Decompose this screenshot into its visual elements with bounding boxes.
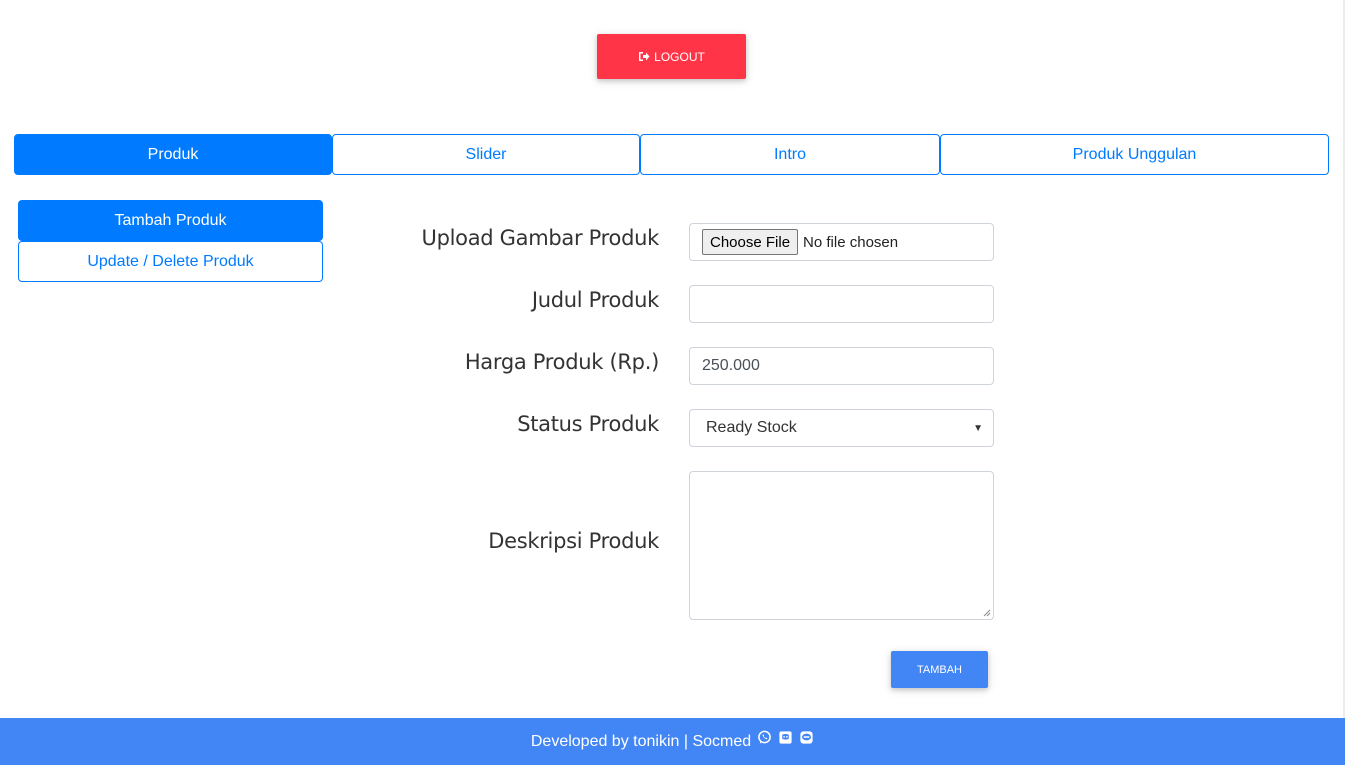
- description-label: Deskripsi Produk: [488, 529, 659, 553]
- sign-out-icon: [639, 52, 650, 61]
- footer-text: Developed by tonikin | Socmed: [530, 732, 752, 750]
- dropdown-arrow-icon: ▼: [973, 422, 983, 434]
- add-product-label: Tambah Produk: [114, 211, 227, 229]
- image-file-input[interactable]: Choose File No file chosen: [689, 223, 994, 261]
- description-textarea[interactable]: [689, 471, 994, 620]
- submit-label: TAMBAH: [916, 663, 963, 676]
- status-label: Status Produk: [517, 412, 659, 436]
- tab-label: Slider: [465, 145, 507, 163]
- price-value: 250.000: [702, 357, 760, 374]
- tab-slider[interactable]: Slider: [332, 134, 640, 175]
- submit-add-button[interactable]: TAMBAH: [891, 651, 988, 688]
- footer: Developed by tonikin | Socmed: [0, 718, 1345, 765]
- tab-produk[interactable]: Produk: [14, 134, 332, 175]
- title-label: Judul Produk: [531, 288, 659, 312]
- image-upload-label: Upload Gambar Produk: [421, 226, 660, 250]
- discord-icon[interactable]: [778, 730, 793, 745]
- price-input[interactable]: 250.000: [689, 347, 994, 385]
- logout-label: LOGOUT: [654, 49, 705, 64]
- tab-produk-unggulan[interactable]: Produk Unggulan: [940, 134, 1329, 175]
- file-status-text: No file chosen: [803, 233, 899, 251]
- choose-file-button[interactable]: Choose File: [702, 229, 799, 255]
- line-icon[interactable]: [799, 730, 814, 745]
- price-label: Harga Produk (Rp.): [464, 350, 659, 374]
- tab-label: Produk: [147, 145, 199, 163]
- tab-label: Intro: [773, 145, 806, 163]
- update-delete-product-button[interactable]: Update / Delete Produk: [18, 241, 323, 282]
- resize-handle-icon[interactable]: [983, 609, 991, 617]
- logout-button[interactable]: LOGOUT: [597, 34, 746, 79]
- update-delete-product-label: Update / Delete Produk: [87, 252, 254, 270]
- status-select[interactable]: Ready Stock ▼: [689, 409, 994, 447]
- title-input[interactable]: [689, 285, 994, 323]
- add-product-button[interactable]: Tambah Produk: [18, 200, 323, 241]
- tab-intro[interactable]: Intro: [640, 134, 940, 175]
- status-value: Ready Stock: [706, 419, 797, 436]
- tab-label: Produk Unggulan: [1072, 145, 1197, 163]
- whatsapp-icon[interactable]: [757, 730, 772, 745]
